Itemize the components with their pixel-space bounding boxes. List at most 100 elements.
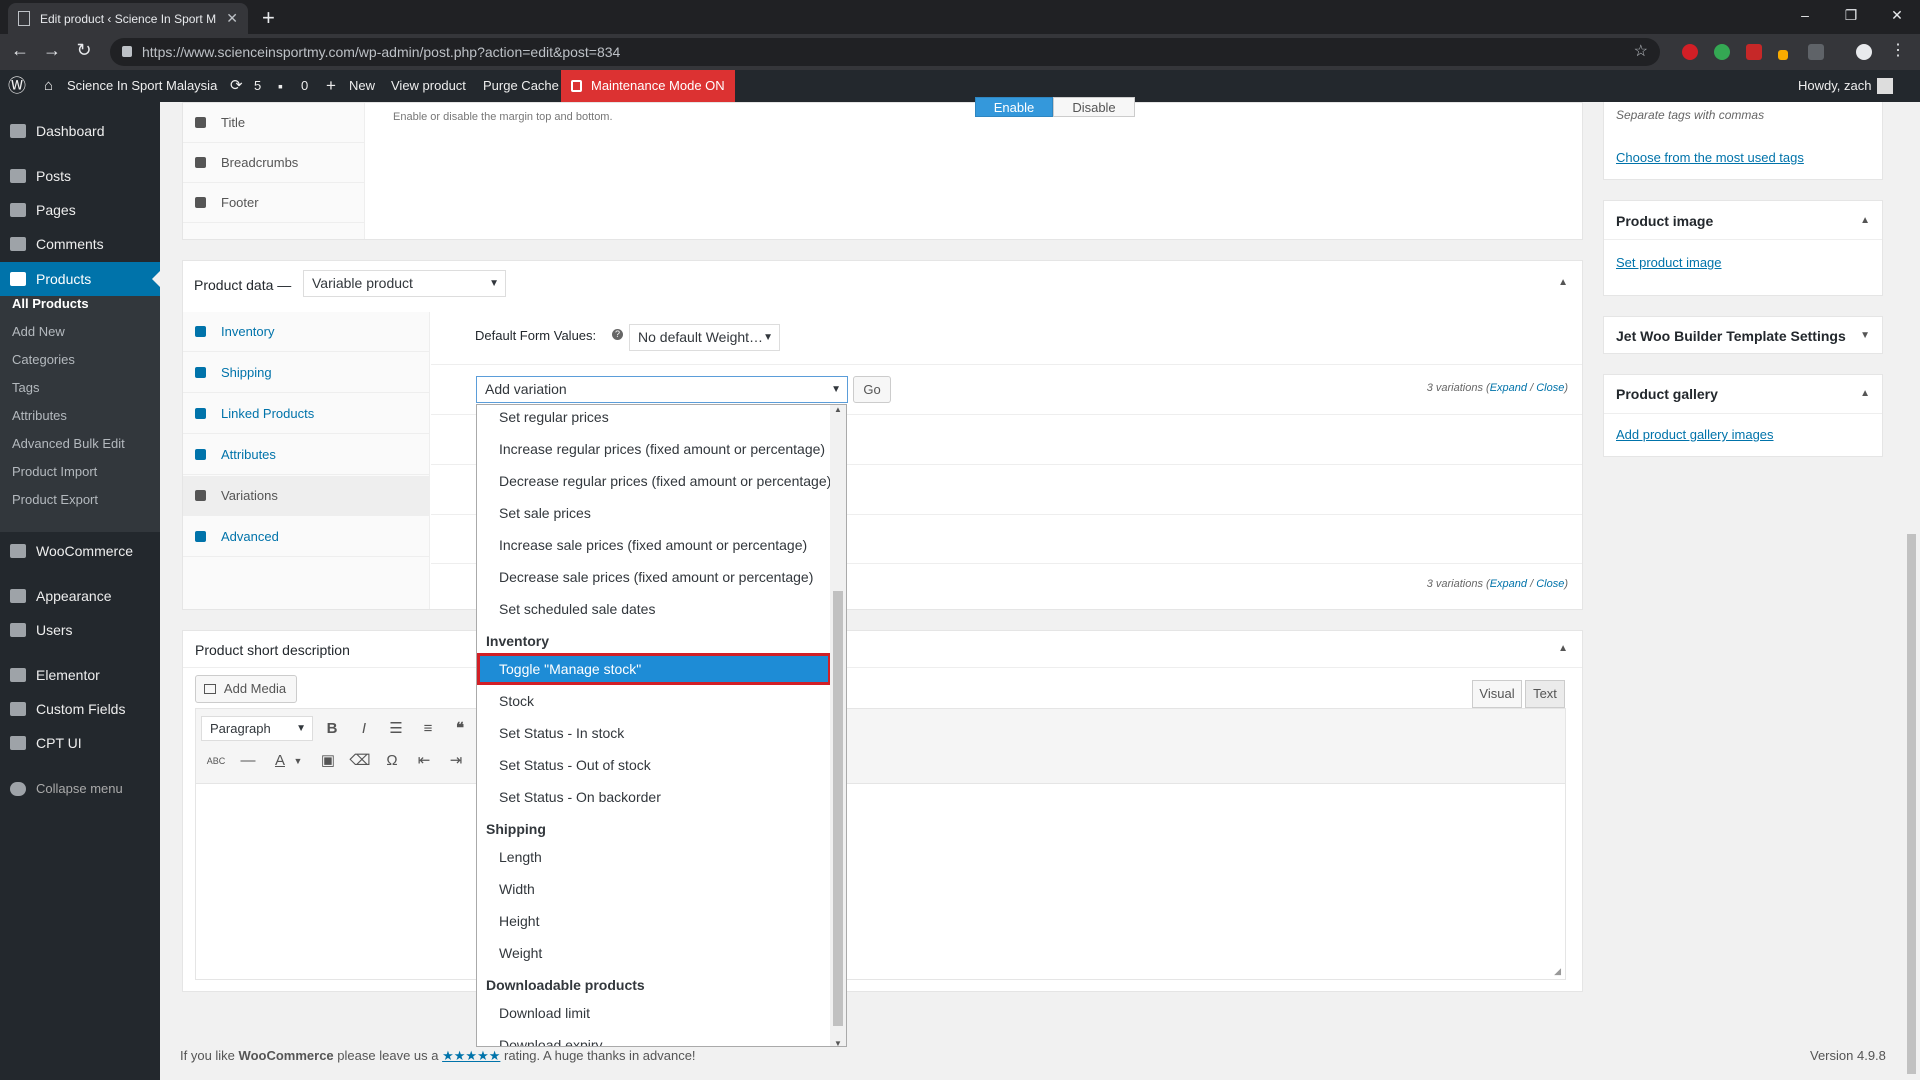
blockquote-icon[interactable]: ❝ bbox=[448, 717, 472, 741]
menu-woocommerce[interactable]: WooCommerce bbox=[0, 534, 160, 568]
special-character-icon[interactable]: Ω bbox=[380, 749, 404, 773]
dropdown-option[interactable]: Set Status - Out of stock bbox=[477, 749, 831, 781]
minimize-button[interactable]: – bbox=[1782, 0, 1828, 30]
bold-icon[interactable]: B bbox=[320, 717, 344, 741]
dropdown-option[interactable]: Set scheduled sale dates bbox=[477, 593, 831, 625]
visual-tab[interactable]: Visual bbox=[1472, 680, 1522, 708]
menu-appearance[interactable]: Appearance bbox=[0, 579, 160, 613]
bookmark-star-icon[interactable]: ☆ bbox=[1634, 38, 1648, 66]
new-tab-button[interactable]: + bbox=[262, 5, 275, 31]
profile-icon[interactable] bbox=[1856, 44, 1872, 60]
chevron-down-icon[interactable]: ▼ bbox=[286, 749, 310, 773]
bullet-list-icon[interactable]: ☰ bbox=[384, 717, 408, 741]
menu-users[interactable]: Users bbox=[0, 613, 160, 647]
address-bar[interactable]: https://www.scienceinsportmy.com/wp-admi… bbox=[110, 38, 1660, 66]
dropdown-option[interactable]: Width bbox=[477, 873, 831, 905]
plus-icon[interactable]: + bbox=[326, 70, 336, 102]
dropdown-option[interactable]: Decrease sale prices (fixed amount or pe… bbox=[477, 561, 831, 593]
menu-dashboard[interactable]: Dashboard bbox=[0, 114, 160, 148]
italic-icon[interactable]: I bbox=[352, 717, 376, 741]
enable-button[interactable]: Enable bbox=[975, 97, 1053, 117]
site-name-link[interactable]: Science In Sport Malaysia bbox=[67, 70, 217, 102]
dropdown-option[interactable]: Increase regular prices (fixed amount or… bbox=[477, 433, 831, 465]
dropdown-option[interactable]: Download expiry bbox=[477, 1029, 831, 1046]
editor-body[interactable] bbox=[196, 785, 1565, 959]
avatar[interactable] bbox=[1877, 78, 1893, 94]
menu-pages[interactable]: Pages bbox=[0, 193, 160, 227]
rating-stars-link[interactable]: ★★★★★ bbox=[442, 1048, 500, 1063]
dropdown-option[interactable]: Increase sale prices (fixed amount or pe… bbox=[477, 529, 831, 561]
menu-comments[interactable]: Comments bbox=[0, 227, 160, 261]
disable-button[interactable]: Disable bbox=[1053, 97, 1135, 117]
tab-linked-products[interactable]: Linked Products bbox=[183, 394, 429, 434]
resize-handle-icon[interactable]: ◢ bbox=[1554, 966, 1561, 977]
close-tab-icon[interactable]: ✕ bbox=[226, 10, 238, 27]
submenu-advanced-bulk-edit[interactable]: Advanced Bulk Edit bbox=[12, 436, 125, 451]
comments-icon[interactable]: ▪ bbox=[278, 70, 283, 102]
submenu-tags[interactable]: Tags bbox=[12, 380, 39, 395]
tab-advanced[interactable]: Advanced bbox=[183, 517, 429, 557]
default-weight-select[interactable]: No default Weight… ▼ bbox=[629, 324, 780, 351]
outdent-icon[interactable]: ⇤ bbox=[412, 749, 436, 773]
purge-cache-link[interactable]: Purge Cache bbox=[483, 70, 559, 102]
browser-tab[interactable]: Edit product ‹ Science In Sport M ✕ bbox=[8, 3, 248, 34]
tab-attributes[interactable]: Attributes bbox=[183, 435, 429, 475]
page-scroll-thumb[interactable] bbox=[1907, 534, 1916, 1074]
dropdown-option[interactable]: Set regular prices bbox=[477, 405, 831, 433]
updates-count[interactable]: 5 bbox=[254, 70, 261, 102]
submenu-all-products[interactable]: All Products bbox=[12, 296, 89, 311]
tab-footer[interactable]: Footer bbox=[183, 183, 364, 223]
page-scrollbar[interactable] bbox=[1903, 102, 1920, 1080]
close-link[interactable]: Close bbox=[1536, 578, 1564, 590]
close-link[interactable]: Close bbox=[1536, 382, 1564, 394]
dropdown-option[interactable]: Set Status - On backorder bbox=[477, 781, 831, 813]
menu-products[interactable]: Products bbox=[0, 262, 160, 296]
comments-count[interactable]: 0 bbox=[301, 70, 308, 102]
restore-button[interactable]: ❐ bbox=[1828, 0, 1874, 30]
tab-variations[interactable]: Variations bbox=[183, 476, 429, 516]
submenu-product-import[interactable]: Product Import bbox=[12, 464, 97, 479]
dropdown-option[interactable]: Set sale prices bbox=[477, 497, 831, 529]
dropdown-option[interactable]: Set Status - In stock bbox=[477, 717, 831, 749]
dropdown-option[interactable]: Length bbox=[477, 841, 831, 873]
maintenance-mode-link[interactable]: Maintenance Mode ON bbox=[561, 70, 735, 102]
extension-icon[interactable] bbox=[1808, 44, 1824, 60]
tab-title[interactable]: Title bbox=[183, 103, 364, 143]
collapse-arrow-icon[interactable]: ▲ bbox=[1860, 388, 1870, 399]
product-type-select[interactable]: Variable product ▼ bbox=[303, 270, 506, 297]
extension-icon[interactable] bbox=[1778, 50, 1788, 60]
expand-link[interactable]: Expand bbox=[1490, 578, 1527, 590]
indent-icon[interactable]: ⇥ bbox=[444, 749, 468, 773]
dropdown-option[interactable]: Stock bbox=[477, 685, 831, 717]
tab-breadcrumbs[interactable]: Breadcrumbs bbox=[183, 143, 364, 183]
expand-link[interactable]: Expand bbox=[1490, 382, 1527, 394]
set-product-image-link[interactable]: Set product image bbox=[1616, 255, 1722, 270]
view-product-link[interactable]: View product bbox=[391, 70, 466, 102]
menu-collapse[interactable]: Collapse menu bbox=[0, 772, 160, 806]
expand-arrow-icon[interactable]: ▼ bbox=[1860, 330, 1870, 341]
new-link[interactable]: New bbox=[349, 70, 375, 102]
dropdown-option-selected[interactable]: Toggle "Manage stock" bbox=[477, 653, 831, 685]
strikethrough-icon[interactable]: ABC bbox=[204, 749, 228, 773]
close-window-button[interactable]: ✕ bbox=[1874, 0, 1920, 30]
add-variation-dropdown[interactable]: Set regular prices Increase regular price… bbox=[476, 404, 847, 1047]
tab-inventory[interactable]: Inventory bbox=[183, 312, 429, 352]
horizontal-line-icon[interactable]: — bbox=[236, 749, 260, 773]
menu-icon[interactable]: ⋮ bbox=[1886, 40, 1910, 60]
numbered-list-icon[interactable]: ≡ bbox=[416, 717, 440, 741]
back-icon[interactable]: ← bbox=[8, 40, 32, 61]
clear-formatting-icon[interactable]: ⌫ bbox=[348, 749, 372, 773]
format-select[interactable]: Paragraph ▼ bbox=[201, 716, 313, 741]
menu-custom-fields[interactable]: Custom Fields bbox=[0, 692, 160, 726]
collapse-arrow-icon[interactable]: ▲ bbox=[1558, 277, 1568, 288]
collapse-arrow-icon[interactable]: ▲ bbox=[1558, 643, 1568, 654]
submenu-categories[interactable]: Categories bbox=[12, 352, 75, 367]
extension-icon[interactable] bbox=[1714, 44, 1730, 60]
dropdown-scrollbar[interactable]: ▲ ▼ bbox=[830, 405, 846, 1046]
howdy-user[interactable]: Howdy, zach bbox=[1798, 70, 1871, 102]
dropdown-option[interactable]: Decrease regular prices (fixed amount or… bbox=[477, 465, 831, 497]
submenu-product-export[interactable]: Product Export bbox=[12, 492, 98, 507]
help-icon[interactable]: ? bbox=[612, 329, 623, 340]
submenu-attributes[interactable]: Attributes bbox=[12, 408, 67, 423]
reload-icon[interactable]: ↻ bbox=[72, 40, 96, 61]
